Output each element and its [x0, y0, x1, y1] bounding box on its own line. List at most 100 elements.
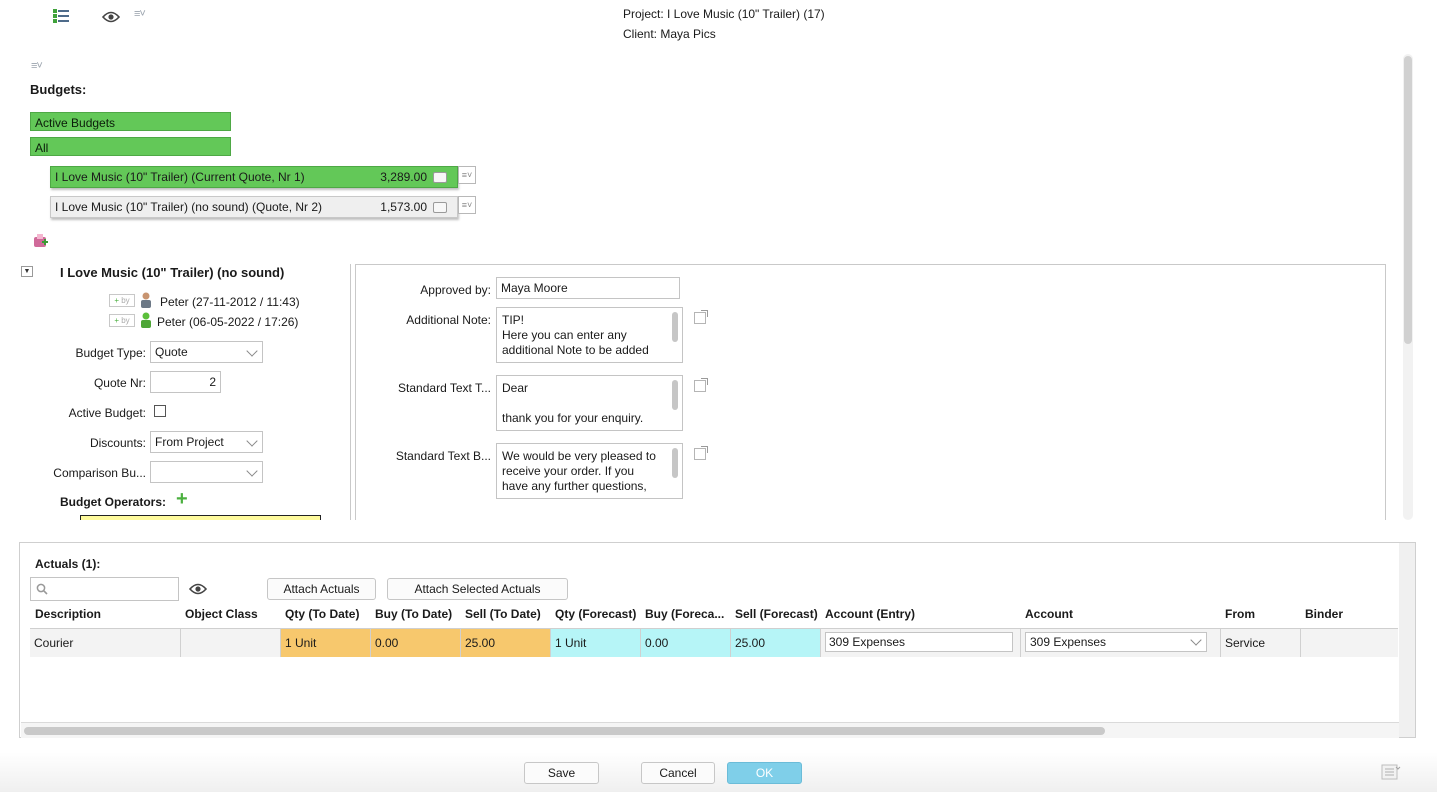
- account-entry-input[interactable]: 309 Expenses: [825, 632, 1013, 652]
- collapse-toggle[interactable]: ▼: [21, 266, 33, 277]
- open-external-icon[interactable]: [694, 378, 708, 392]
- table-row[interactable]: Courier 1 Unit 0.00 25.00 1 Unit 0.00 25…: [30, 628, 1398, 657]
- standard-text-bottom-textarea[interactable]: We would be very pleased to receive your…: [496, 443, 683, 499]
- actuals-table-header: Description Object Class Qty (To Date) B…: [20, 604, 1398, 626]
- client-label: Client: Maya Pics: [623, 27, 716, 41]
- col-qty-to-date[interactable]: Qty (To Date): [285, 607, 359, 621]
- actuals-scrollbar-horizontal[interactable]: [24, 727, 1105, 735]
- approved-by-value: Maya Moore: [501, 281, 568, 295]
- eye-icon[interactable]: [188, 583, 208, 595]
- by-tag: by: [121, 296, 130, 305]
- quote-nr-label: Quote Nr:: [93, 376, 146, 390]
- project-info: Project: I Love Music (10" Trailer) (17)…: [623, 4, 825, 44]
- discounts-label: Discounts:: [89, 436, 146, 450]
- save-button[interactable]: Save: [524, 762, 599, 784]
- budget-amount: 3,289.00: [380, 170, 427, 184]
- col-qty-forecast[interactable]: Qty (Forecast): [555, 607, 636, 621]
- standard-text-bottom-line: We would be very pleased to: [502, 449, 656, 463]
- col-buy-to-date[interactable]: Buy (To Date): [375, 607, 452, 621]
- col-description[interactable]: Description: [35, 607, 101, 621]
- quote-nr-value: 2: [209, 375, 216, 389]
- discounts-value: From Project: [155, 435, 224, 449]
- open-external-icon[interactable]: [694, 310, 708, 324]
- standard-text-top-line: [502, 396, 677, 411]
- modified-by-badge: + by: [109, 314, 135, 327]
- created-by: Peter (27-11-2012 / 11:43): [160, 295, 300, 309]
- budget-detail-title: I Love Music (10" Trailer) (no sound): [60, 265, 285, 280]
- approved-by-input[interactable]: Maya Moore: [496, 277, 680, 299]
- approved-by-label: Approved by:: [420, 283, 491, 297]
- col-sell-to-date[interactable]: Sell (To Date): [465, 607, 541, 621]
- col-binder[interactable]: Binder: [1305, 607, 1343, 621]
- budget-details-panel: I Love Music (10" Trailer) (no sound) + …: [40, 264, 351, 520]
- budget-name: I Love Music (10" Trailer) (no sound) (Q…: [55, 200, 323, 214]
- budget-type-value: Quote: [155, 345, 188, 359]
- quote-nr-input[interactable]: 2: [150, 371, 221, 393]
- budgets-scrollbar[interactable]: [1403, 54, 1413, 520]
- operator-field[interactable]: [80, 515, 321, 520]
- additional-note-line: Here you can enter any: [502, 328, 627, 342]
- ok-button[interactable]: OK: [727, 762, 802, 784]
- col-from[interactable]: From: [1225, 607, 1255, 621]
- cancel-button[interactable]: Cancel: [641, 762, 715, 784]
- actuals-search-input[interactable]: [30, 577, 179, 601]
- account-entry-value: 309 Expenses: [829, 635, 906, 649]
- standard-text-top-textarea[interactable]: Dear thank you for your enquiry.: [496, 375, 683, 431]
- active-budget-checkbox[interactable]: [154, 405, 166, 417]
- cell-qty-forecast: 1 Unit: [551, 629, 641, 657]
- cell-sell-to-date: 25.00: [461, 629, 551, 657]
- budget-row[interactable]: I Love Music (10" Trailer) (Current Quot…: [50, 166, 458, 188]
- account-select[interactable]: 309 Expenses: [1025, 632, 1207, 652]
- budgets-options-dropdown[interactable]: ≡˅: [31, 60, 43, 72]
- discounts-select[interactable]: From Project: [150, 431, 263, 453]
- budget-type-select[interactable]: Quote: [150, 341, 263, 363]
- budget-row-menu[interactable]: ≡˅: [458, 166, 476, 184]
- cell-buy-forecast: 0.00: [641, 629, 731, 657]
- actuals-scrollbar-vertical[interactable]: [1399, 543, 1415, 737]
- view-options-dropdown[interactable]: ≡˅: [134, 8, 146, 20]
- top-toolbar: ≡˅ Project: I Love Music (10" Trailer) (…: [0, 0, 1437, 46]
- budget-amount: 1,573.00: [380, 200, 427, 214]
- attach-selected-actuals-button[interactable]: Attach Selected Actuals: [387, 578, 568, 600]
- cell-object-class: [181, 629, 281, 657]
- additional-note-textarea[interactable]: TIP! Here you can enter any additional N…: [496, 307, 683, 363]
- filter-all[interactable]: All: [30, 137, 231, 156]
- open-external-icon[interactable]: [694, 446, 708, 460]
- by-tag: by: [121, 316, 130, 325]
- budget-row[interactable]: I Love Music (10" Trailer) (no sound) (Q…: [50, 196, 458, 218]
- cell-buy-to-date: 0.00: [371, 629, 461, 657]
- col-buy-forecast[interactable]: Buy (Foreca...: [645, 607, 724, 621]
- footer-menu-icon[interactable]: [1381, 763, 1401, 781]
- add-budget-icon[interactable]: [32, 233, 48, 249]
- standard-text-top-label: Standard Text T...: [398, 381, 491, 395]
- filter-active-budgets[interactable]: Active Budgets: [30, 112, 231, 131]
- col-account[interactable]: Account: [1025, 607, 1073, 621]
- attach-actuals-button[interactable]: Attach Actuals: [267, 578, 376, 600]
- additional-note-line: additional Note to be added: [502, 343, 649, 357]
- comment-icon[interactable]: [433, 171, 447, 183]
- standard-text-bottom-label: Standard Text B...: [395, 449, 491, 463]
- standard-text-top-line: thank you for your enquiry.: [502, 411, 644, 425]
- add-operator-icon[interactable]: +: [176, 489, 188, 509]
- cell-from: Service: [1221, 629, 1301, 657]
- cell-description: Courier: [30, 629, 181, 657]
- budget-name: I Love Music (10" Trailer) (Current Quot…: [55, 170, 305, 184]
- actuals-title: Actuals (1):: [35, 557, 101, 571]
- budget-type-label: Budget Type:: [75, 346, 147, 360]
- user-green-icon: [139, 312, 153, 328]
- budget-row-menu[interactable]: ≡˅: [458, 196, 476, 214]
- col-sell-forecast[interactable]: Sell (Forecast): [735, 607, 818, 621]
- user-icon: [139, 292, 153, 308]
- project-label: Project: I Love Music (10" Trailer) (17): [623, 7, 825, 21]
- eye-icon[interactable]: [101, 11, 121, 23]
- search-icon: [36, 583, 48, 595]
- budget-texts-panel: Approved by: Maya Moore Additional Note:…: [355, 264, 1386, 520]
- col-account-entry[interactable]: Account (Entry): [825, 607, 915, 621]
- structure-list-icon[interactable]: [53, 9, 69, 24]
- comparison-budget-label: Comparison Bu...: [53, 466, 146, 480]
- standard-text-top-line: Dear: [502, 381, 529, 395]
- additional-note-label: Additional Note:: [406, 313, 491, 327]
- col-object-class[interactable]: Object Class: [185, 607, 258, 621]
- comparison-budget-select[interactable]: [150, 461, 263, 483]
- comment-icon[interactable]: [433, 201, 447, 213]
